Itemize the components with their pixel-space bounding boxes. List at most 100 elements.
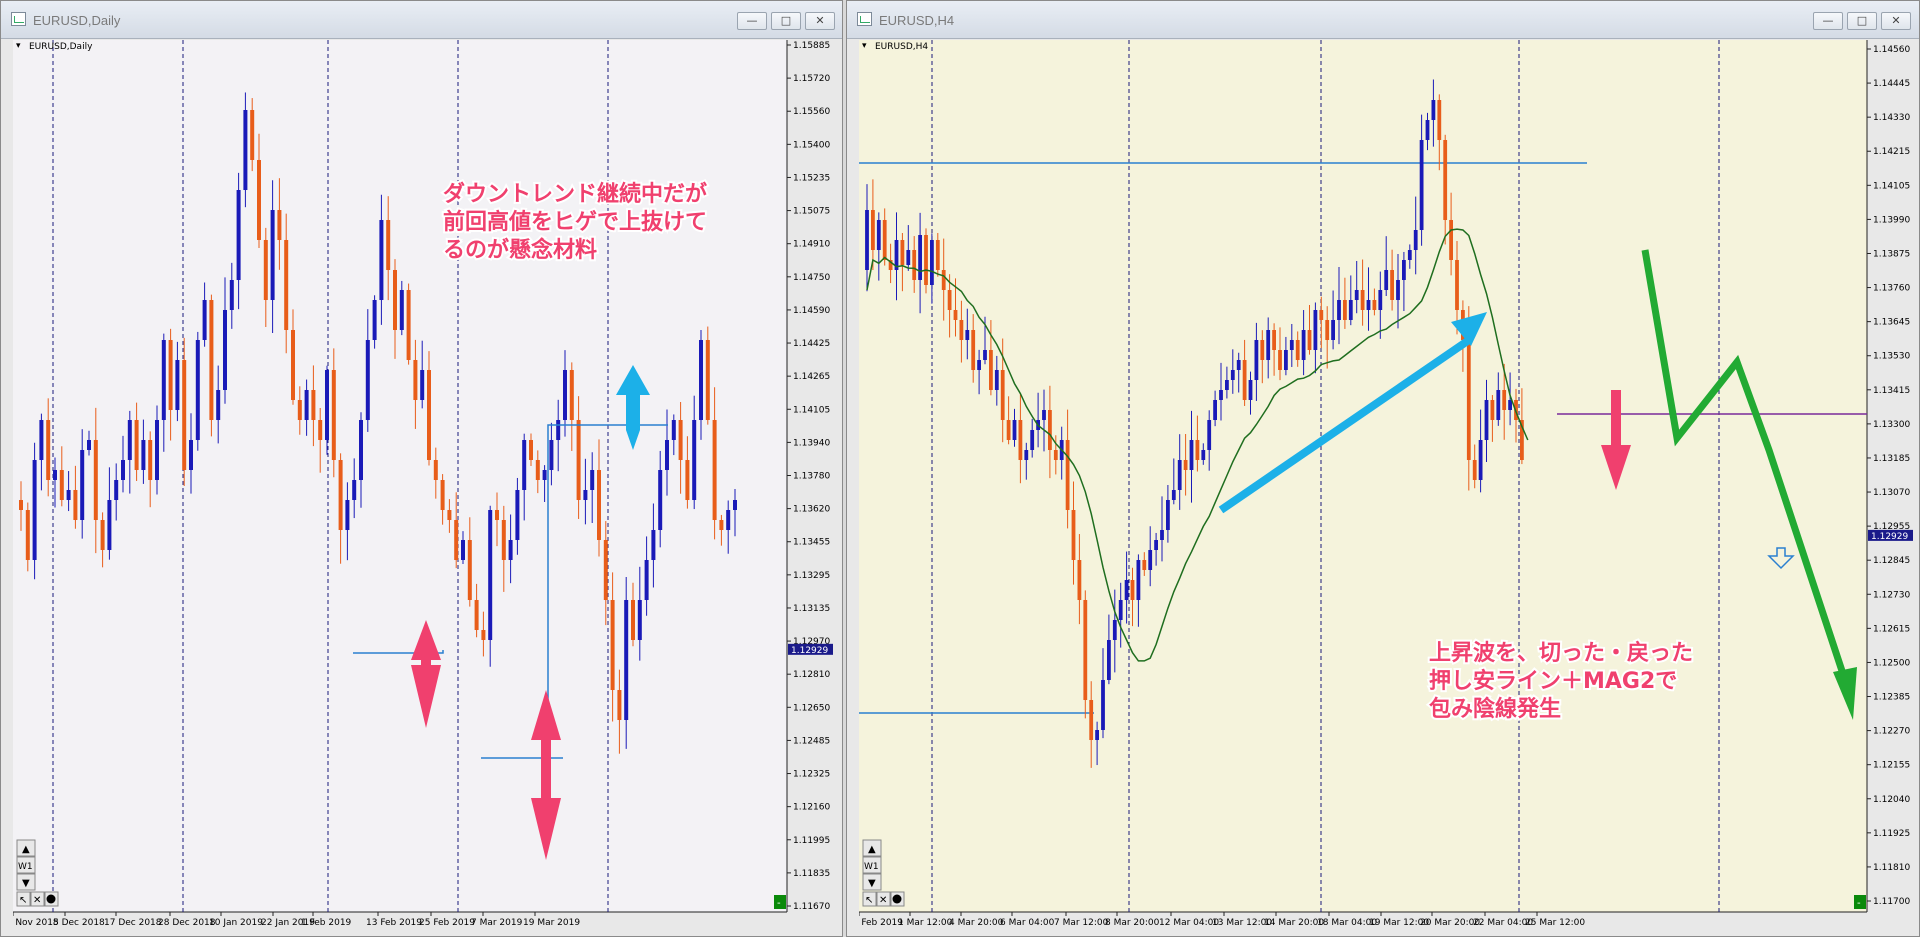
candle-body: [236, 190, 241, 280]
candle-body: [1396, 280, 1400, 300]
candle-body: [712, 420, 717, 520]
candle-body: [906, 250, 911, 265]
candle-body: [624, 600, 629, 720]
candle-body: [1313, 310, 1318, 350]
candle-body: [1136, 560, 1141, 600]
candle-body: [175, 360, 180, 410]
candle-body: [1402, 260, 1406, 280]
candle-body: [1384, 270, 1389, 290]
candle-body: [631, 600, 635, 640]
candle-body: [1372, 300, 1377, 310]
candle-body: [488, 510, 493, 640]
candle-body: [182, 360, 187, 470]
cursor-icon: ↖: [19, 895, 27, 906]
candle-body: [900, 240, 905, 265]
candle-body: [1278, 350, 1282, 370]
candle-body: [1219, 390, 1223, 400]
candle-body: [406, 290, 411, 360]
candle-body: [1254, 340, 1259, 380]
chart-window-daily[interactable]: EURUSD,Daily — □ ✕ 1.15885 1.15720 1.15560…: [0, 0, 843, 937]
candle-body: [1325, 320, 1330, 340]
candle-body: [1089, 700, 1094, 740]
candle-body: [365, 340, 370, 420]
candle-body: [107, 500, 112, 550]
candle-body: [134, 420, 139, 470]
candle-body: [474, 600, 479, 630]
candle-body: [597, 470, 601, 540]
candle-body: [461, 540, 465, 560]
close-button[interactable]: ✕: [1881, 12, 1911, 30]
candle-body: [243, 110, 248, 190]
price-chart-h4[interactable]: 1.14560 1.14445 1.14330 1.14215 1.14105 1.139…: [859, 40, 1919, 933]
candle-body: [1207, 420, 1212, 450]
price-tick-label: 1.15560: [793, 107, 830, 117]
price-tick-label: 1.15885: [793, 41, 830, 51]
price-tick-label: 1.11995: [793, 836, 830, 846]
candle-body: [1425, 120, 1430, 140]
candle-body: [1177, 460, 1182, 490]
minimize-button[interactable]: —: [737, 12, 767, 30]
candle-body: [413, 360, 418, 400]
maximize-button[interactable]: □: [1847, 12, 1877, 30]
price-tick-label: 1.12810: [793, 670, 830, 680]
candle-body: [935, 240, 940, 270]
price-tick-label: 1.13185: [1873, 454, 1910, 464]
chart-symbol-label: EURUSD,H4: [875, 42, 928, 52]
candle-body: [399, 290, 404, 330]
candle-body: [1213, 400, 1217, 420]
candle-body: [161, 340, 166, 420]
candle-body: [1319, 310, 1324, 320]
close-button[interactable]: ✕: [805, 12, 835, 30]
candle-body: [73, 490, 78, 520]
candle-body: [216, 390, 221, 420]
candle-body: [141, 440, 146, 470]
candle-body: [678, 420, 683, 460]
candle-body: [209, 300, 214, 420]
candle-body: [270, 210, 275, 300]
candle-body: [338, 460, 343, 530]
candle-body: [325, 370, 329, 440]
candle-body: [692, 420, 697, 500]
candle-body: [229, 280, 234, 310]
titlebar[interactable]: EURUSD,H4 — □ ✕: [847, 1, 1919, 39]
candle-body: [168, 340, 173, 410]
candle-body: [549, 440, 554, 470]
candle-body: [501, 520, 506, 560]
date-tick-label: 19 Mar 2019: [523, 918, 580, 928]
price-tick-label: 1.15720: [793, 74, 830, 84]
candle-body: [1242, 360, 1247, 400]
candle-body: [1130, 580, 1135, 600]
candle-body: [59, 470, 64, 500]
candle-body: [447, 510, 452, 520]
candle-body: [32, 460, 37, 560]
price-tick-label: 1.13070: [1873, 488, 1910, 498]
date-tick-label: 7 Mar 12:00: [1054, 918, 1109, 928]
candle-body: [223, 310, 227, 390]
candle-body: [610, 600, 615, 690]
candle-body: [189, 440, 193, 470]
maximize-button[interactable]: □: [771, 12, 801, 30]
date-tick-label: 1 Mar 12:00: [898, 918, 953, 928]
price-chart-daily[interactable]: 1.15885 1.15720 1.15560 1.15400 1.15235 1.150…: [13, 40, 841, 933]
candle-body: [1307, 330, 1312, 350]
candle-body: [918, 235, 922, 280]
candle-body: [1042, 410, 1046, 420]
candle-body: [155, 420, 159, 480]
titlebar[interactable]: EURUSD,Daily — □ ✕: [1, 1, 842, 39]
candle-body: [1048, 410, 1052, 450]
candle-body: [148, 440, 153, 480]
candle-body: [644, 560, 649, 600]
candle-body: [590, 470, 595, 490]
candle-body: [53, 470, 57, 480]
candle-body: [871, 210, 875, 250]
candle-body: [671, 420, 676, 440]
candle-body: [1201, 450, 1206, 460]
chart-window-h4[interactable]: EURUSD,H4 — □ ✕ 1.14560 1.14445 1.14330 1.1…: [846, 0, 1920, 937]
price-tick-label: 1.13940: [793, 438, 830, 448]
minimize-button[interactable]: —: [1813, 12, 1843, 30]
price-tick-label: 1.11925: [1873, 829, 1910, 839]
date-tick-label: 28 Feb 2019: [859, 918, 903, 928]
candle-body: [1378, 290, 1383, 310]
candle-body: [1348, 300, 1353, 320]
candle-body: [202, 300, 207, 340]
